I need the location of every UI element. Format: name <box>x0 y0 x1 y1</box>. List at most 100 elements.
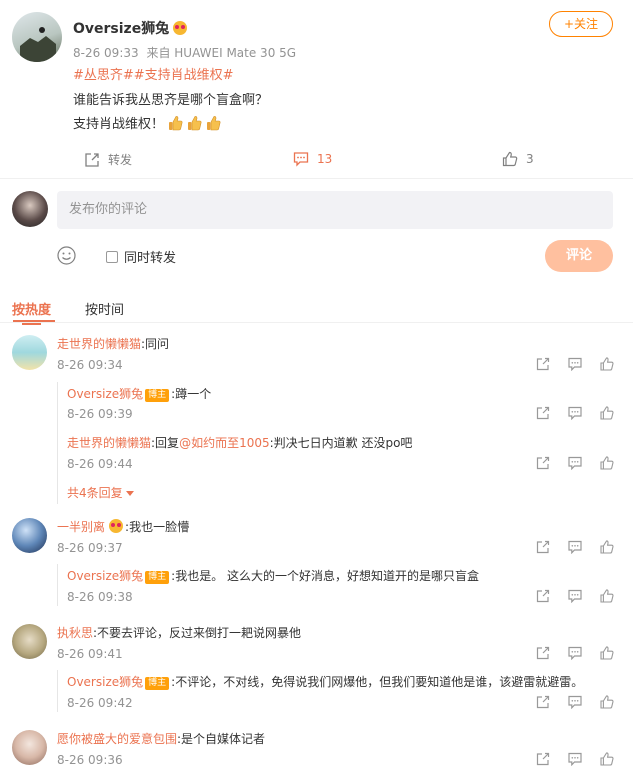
submit-comment-button[interactable]: 评论 <box>545 240 613 272</box>
like-count: 3 <box>526 152 534 166</box>
like-icon[interactable] <box>600 406 614 420</box>
commenter-avatar[interactable] <box>12 624 47 659</box>
repost-label: 转发 <box>108 153 133 167</box>
post-author-name[interactable]: Oversize狮兔 <box>73 18 188 38</box>
comment-1-date: 8-26 09:34 <box>57 358 123 372</box>
post-text-line-2: 支持肖战维权！ <box>73 113 221 132</box>
thumbs-up-emoji-icon <box>164 116 183 132</box>
like-button[interactable]: 3 <box>502 151 534 167</box>
reply-icon[interactable] <box>568 540 582 554</box>
reply-icon[interactable] <box>568 357 582 371</box>
like-icon[interactable] <box>600 752 614 766</box>
reply-icon[interactable] <box>568 752 582 766</box>
reply-2-1-author[interactable]: Oversize狮兔 <box>67 569 143 583</box>
comment-2-author[interactable]: 一半别离 <box>57 520 105 534</box>
commenter-avatar[interactable] <box>12 335 47 370</box>
share-icon[interactable] <box>536 540 550 554</box>
reply-1-2-date: 8-26 09:44 <box>67 457 133 471</box>
emoji-picker-button[interactable] <box>57 246 76 265</box>
reply-3-1-author[interactable]: Oversize狮兔 <box>67 675 143 689</box>
reply-icon[interactable] <box>568 456 582 470</box>
reply-3-1-date: 8-26 09:42 <box>67 696 133 710</box>
like-icon[interactable] <box>600 540 614 554</box>
reply-1-1-author[interactable]: Oversize狮兔 <box>67 387 143 401</box>
comment-2-text: 一半别离:我也一脸懵 <box>57 518 189 535</box>
reply-2-1-body: :我也是。 这么大的一个好消息，好想知道开的是哪只盲盒 <box>171 569 480 583</box>
divider <box>0 178 633 179</box>
reply-thread-line <box>57 382 58 504</box>
comment-icon <box>293 151 309 167</box>
reply-1-2-prefix: :回复 <box>151 436 180 450</box>
reply-1-2-author[interactable]: 走世界的懒懒猫 <box>67 436 151 450</box>
smiley-icon <box>57 246 76 265</box>
repost-option[interactable]: 同时转发 <box>106 247 176 266</box>
like-icon[interactable] <box>600 589 614 603</box>
like-icon[interactable] <box>600 456 614 470</box>
follow-button[interactable]: +关注 <box>549 11 613 37</box>
reply-3-1: Oversize狮兔 博主:不评论，不对线，免得说我们网爆他，但我们要知道他是谁，… <box>67 673 583 690</box>
post-author-name-text[interactable]: Oversize狮兔 <box>73 21 169 37</box>
comment-4-author[interactable]: 愿你被盛大的爱意包围 <box>57 732 177 746</box>
commenter-avatar[interactable] <box>12 730 47 765</box>
reply-icon[interactable] <box>568 695 582 709</box>
post-author-avatar[interactable] <box>12 12 62 62</box>
commenter-avatar[interactable] <box>12 518 47 553</box>
share-icon[interactable] <box>536 752 550 766</box>
comment-1-body: :同问 <box>141 337 170 351</box>
divider <box>0 322 633 323</box>
caret-down-icon <box>125 491 134 496</box>
current-user-avatar <box>12 191 48 227</box>
post-text-line-2-text: 支持肖战维权！ <box>73 117 165 132</box>
comment-button[interactable]: 13 <box>293 151 332 167</box>
reply-thread-line <box>57 670 58 712</box>
reply-thread-line <box>57 564 58 606</box>
reply-1-2: 走世界的懒懒猫:回复@如约而至1005:判决七日内道歉 还没po吧 <box>67 434 412 451</box>
reply-2-1-date: 8-26 09:38 <box>67 590 133 604</box>
like-icon[interactable] <box>600 357 614 371</box>
reply-1-1-date: 8-26 09:39 <box>67 407 133 421</box>
tab-hot[interactable]: 按热度 <box>12 299 52 325</box>
reply-1-1-body: :蹲一个 <box>171 387 212 401</box>
reply-1-1: Oversize狮兔 博主:蹲一个 <box>67 385 211 402</box>
share-icon[interactable] <box>536 357 550 371</box>
post-hashtags[interactable]: #丛思齐##支持肖战维权# <box>73 64 234 83</box>
share-icon[interactable] <box>536 646 550 660</box>
reply-icon[interactable] <box>568 406 582 420</box>
more-replies-link[interactable]: 共4条回复 <box>67 484 134 501</box>
comment-4-body: :是个自媒体记者 <box>177 732 266 746</box>
share-icon[interactable] <box>536 406 550 420</box>
repost-option-label: 同时转发 <box>124 251 177 266</box>
share-icon[interactable] <box>536 589 550 603</box>
comment-count: 13 <box>317 152 333 166</box>
repost-checkbox[interactable] <box>106 251 118 263</box>
post-meta: 8-26 09:33 来自 HUAWEI Mate 30 5G <box>73 44 296 61</box>
comment-input[interactable]: 发布你的评论 <box>57 191 613 229</box>
reply-1-2-mention[interactable]: @如约而至1005 <box>179 436 270 450</box>
like-icon[interactable] <box>600 695 614 709</box>
heart-eyes-emoji-icon <box>109 519 124 533</box>
comment-2-body: 我也一脸懵 <box>129 520 190 534</box>
thumbs-up-emoji-icon <box>202 116 221 132</box>
comment-3-author[interactable]: 执秋思 <box>57 626 93 640</box>
like-icon <box>502 151 518 167</box>
reply-icon[interactable] <box>568 646 582 660</box>
reply-icon[interactable] <box>568 589 582 603</box>
post-text-line-1: 谁能告诉我丛思齐是哪个盲盒啊？ <box>73 93 269 108</box>
share-icon <box>84 152 100 168</box>
tab-hot-label: 按热度 <box>12 303 52 318</box>
repost-button[interactable]: 转发 <box>84 151 132 168</box>
reply-2-1: Oversize狮兔 博主:我也是。 这么大的一个好消息，好想知道开的是哪只盲盒 <box>67 567 479 584</box>
comment-2-date: 8-26 09:37 <box>57 541 123 555</box>
post-date[interactable]: 8-26 09:33 <box>73 46 139 60</box>
blogger-badge: 博主 <box>145 677 170 690</box>
share-icon[interactable] <box>536 456 550 470</box>
share-icon[interactable] <box>536 695 550 709</box>
tab-time[interactable]: 按时间 <box>85 299 124 318</box>
comment-1-author[interactable]: 走世界的懒懒猫 <box>57 337 141 351</box>
blogger-badge: 博主 <box>145 389 170 402</box>
like-icon[interactable] <box>600 646 614 660</box>
comment-3-text: 执秋思:不要去评论，反过来倒打一耙说网暴他 <box>57 624 301 641</box>
post-source: 来自 HUAWEI Mate 30 5G <box>146 46 297 60</box>
comment-1-text: 走世界的懒懒猫:同问 <box>57 335 169 352</box>
more-replies-label: 共4条回复 <box>67 486 123 500</box>
